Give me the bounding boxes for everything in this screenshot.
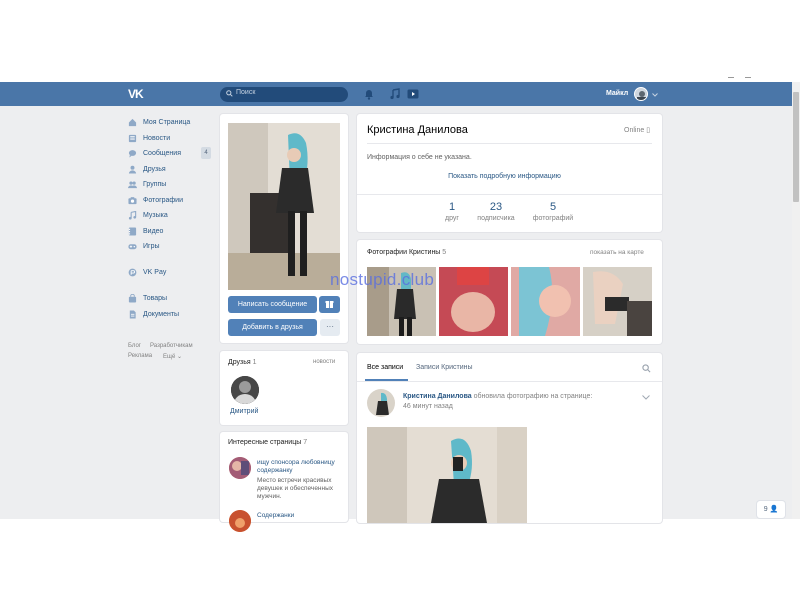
play-icon[interactable]: [407, 88, 419, 100]
gamepad-icon: [128, 243, 137, 249]
photos-title[interactable]: Фотографии Кристины 5: [367, 249, 446, 256]
sidebar-item-label: Новости: [143, 134, 171, 142]
divider: [357, 381, 662, 382]
home-icon: [128, 118, 137, 126]
sidebar-item-label: Сообщения: [143, 149, 181, 157]
search-placeholder: Поиск: [236, 89, 256, 96]
sidebar-item-label: Группы: [143, 180, 167, 188]
friend-icon: [128, 165, 137, 174]
post-author-avatar[interactable]: [367, 389, 395, 417]
chevron-down-icon[interactable]: [642, 395, 650, 400]
search-icon[interactable]: [642, 364, 651, 373]
sidebar-item-friends[interactable]: Друзья: [128, 162, 166, 176]
more-actions-button[interactable]: ···: [320, 319, 340, 336]
mobile-icon: ▯: [646, 127, 651, 134]
vk-logo[interactable]: VK: [128, 87, 148, 101]
sidebar-item-label: Видео: [143, 227, 164, 235]
sidebar-item-news[interactable]: Новости: [128, 131, 170, 145]
scrollbar-thumb[interactable]: [793, 92, 799, 202]
tab-owner-posts[interactable]: Записи Кристины: [416, 364, 473, 371]
show-on-map-link[interactable]: показать на карте: [590, 249, 644, 256]
page-avatar[interactable]: [229, 457, 251, 479]
sidebar-item-docs[interactable]: Документы: [128, 307, 179, 321]
watermark: nostupid.club: [330, 270, 435, 289]
photo-thumb[interactable]: [583, 267, 652, 336]
user-avatar[interactable]: [634, 87, 648, 101]
photo-thumb[interactable]: [439, 267, 508, 336]
gift-icon: [325, 301, 334, 308]
window-minimize[interactable]: [728, 77, 734, 78]
friend-name[interactable]: Дмитрий: [230, 408, 258, 415]
sidebar-item-label: Товары: [143, 294, 168, 302]
footer-link-ads[interactable]: Реклама: [128, 353, 152, 359]
friends-news-link[interactable]: новости: [313, 359, 335, 365]
chevron-down-icon[interactable]: [652, 93, 658, 97]
about-text: Информация о себе не указана.: [367, 154, 472, 161]
pay-icon: [128, 268, 137, 276]
shop-icon: [128, 293, 137, 303]
sidebar-item-label: Друзья: [143, 165, 166, 173]
sidebar-item-label: Игры: [143, 242, 160, 250]
interesting-page-title[interactable]: Содержанки: [257, 512, 294, 519]
sidebar-item-my-page[interactable]: Моя Страница: [128, 115, 190, 129]
sidebar-item-groups[interactable]: Группы: [128, 177, 166, 191]
group-icon: [128, 181, 137, 188]
news-icon: [128, 134, 137, 142]
sidebar-item-goods[interactable]: Товары: [128, 291, 167, 305]
post-time[interactable]: 46 минут назад: [403, 403, 453, 410]
music-icon: [128, 210, 137, 220]
stat-photos[interactable]: 5 фотографий: [526, 201, 580, 222]
post-header: Кристина Данилова обновила фотографию на…: [403, 393, 593, 400]
bell-icon[interactable]: [363, 88, 375, 100]
photo-thumb[interactable]: [511, 267, 580, 336]
sidebar-item-vkpay[interactable]: VK Pay: [128, 265, 166, 279]
messages-count-badge: 4: [201, 147, 211, 159]
people-icon: 👤: [769, 506, 779, 513]
tab-all-posts[interactable]: Все записи: [367, 364, 403, 371]
sidebar-item-games[interactable]: Игры: [128, 239, 160, 253]
sidebar-item-label: Документы: [143, 310, 180, 318]
search-icon: [226, 90, 233, 97]
profile-name: Кристина Данилова: [367, 124, 468, 136]
online-status: Online ▯: [624, 127, 651, 134]
gift-button[interactable]: [319, 296, 340, 313]
sidebar-item-video[interactable]: Видео: [128, 224, 163, 238]
write-message-button[interactable]: Написать сообщение: [228, 296, 317, 313]
window-maximize[interactable]: [745, 77, 751, 78]
chat-icon: [128, 149, 137, 158]
camera-icon: [128, 196, 137, 204]
sidebar-item-photos[interactable]: Фотографии: [128, 193, 183, 207]
sidebar-item-messages[interactable]: Сообщения: [128, 146, 181, 160]
interesting-page-desc: Место встречи красивых девушек и обеспеч…: [257, 477, 334, 500]
sidebar-item-music[interactable]: Музыка: [128, 208, 168, 222]
page-avatar[interactable]: [229, 510, 251, 532]
post-author-link[interactable]: Кристина Данилова: [403, 393, 472, 400]
sidebar-item-label: Фотографии: [143, 196, 184, 204]
music-icon[interactable]: [389, 88, 401, 100]
sidebar-item-label: Моя Страница: [143, 118, 191, 126]
stat-followers[interactable]: 23 подписчика: [469, 201, 523, 222]
footer-link-more[interactable]: Ещё ⌄: [163, 353, 182, 360]
show-details-link[interactable]: Показать подробную информацию: [352, 173, 657, 180]
profile-photo[interactable]: [228, 123, 340, 290]
friend-avatar[interactable]: [231, 376, 259, 404]
video-icon: [128, 226, 137, 236]
sidebar-item-label: Музыка: [143, 211, 168, 219]
sidebar-item-label: VK Pay: [143, 268, 167, 276]
footer-link-blog[interactable]: Блог: [128, 343, 141, 349]
friends-title[interactable]: Друзья 1: [228, 359, 257, 366]
interesting-pages-title[interactable]: Интересные страницы 7: [228, 439, 307, 446]
divider: [357, 194, 662, 195]
doc-icon: [129, 309, 136, 319]
add-friend-button[interactable]: Добавить в друзья: [228, 319, 317, 336]
chat-toggle-button[interactable]: 9 👤: [757, 501, 785, 518]
post-photo[interactable]: [367, 427, 527, 523]
footer-link-developers[interactable]: Разработчикам: [150, 343, 193, 349]
interesting-page-title[interactable]: ищу спонсора любовницу содержанку: [257, 459, 342, 475]
divider: [367, 143, 652, 144]
user-name[interactable]: Майкл: [606, 90, 628, 97]
